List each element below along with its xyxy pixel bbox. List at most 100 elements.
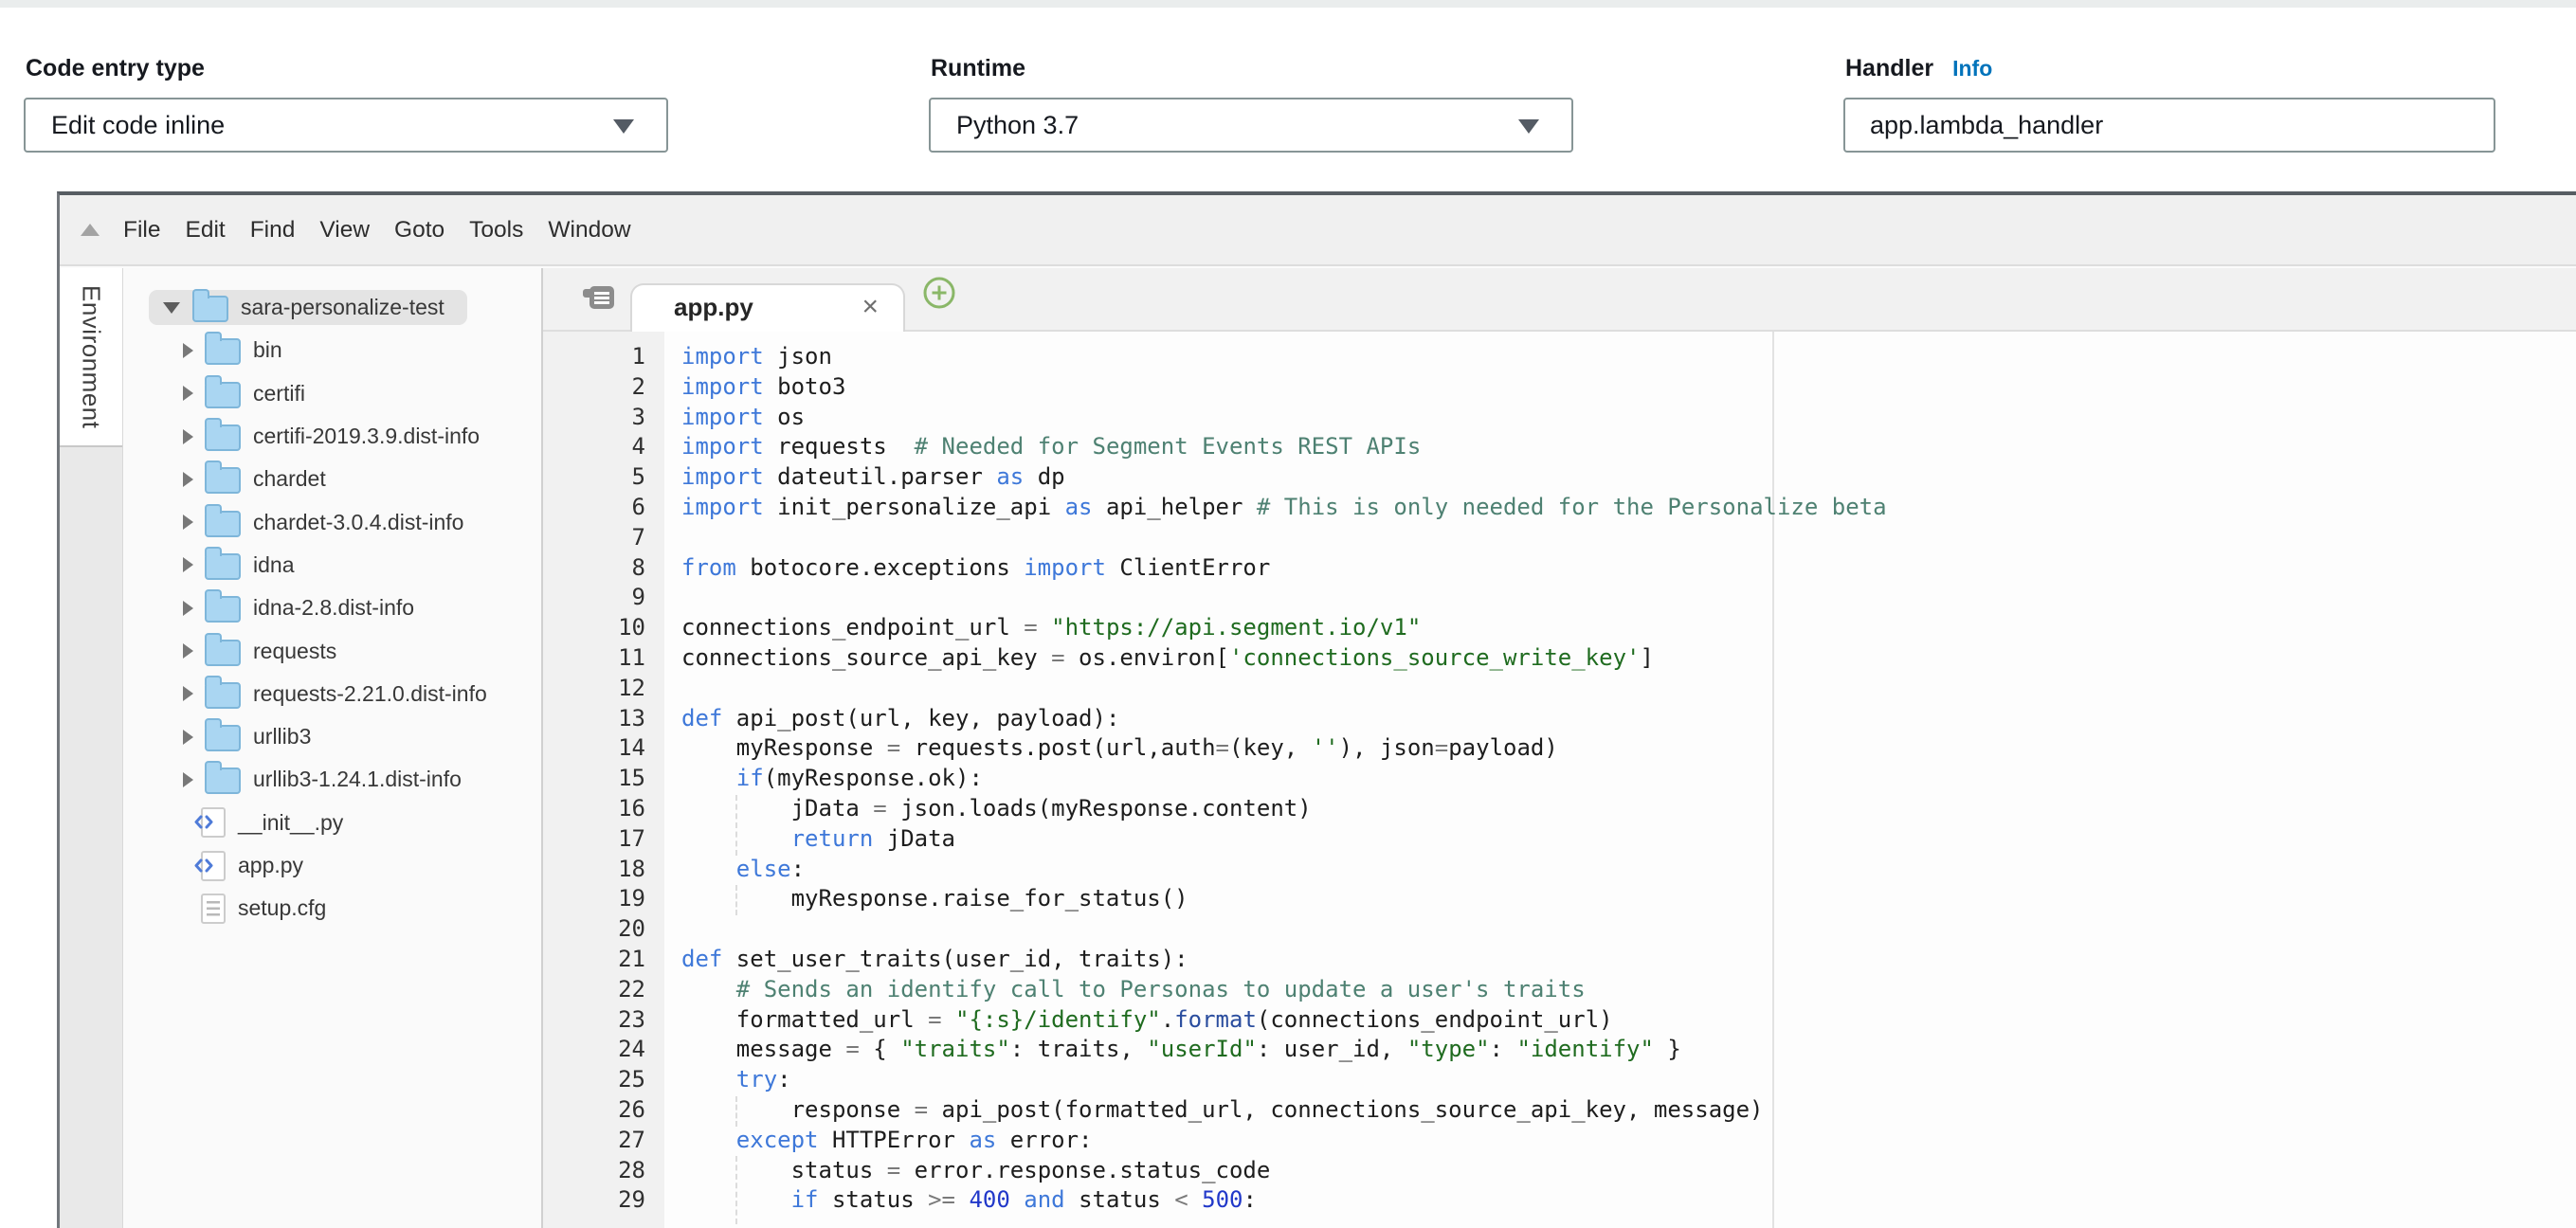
tree-item[interactable]: urllib3 (124, 715, 541, 758)
code-text[interactable] (664, 674, 681, 704)
code-line[interactable]: 12 (543, 674, 2576, 704)
menu-view[interactable]: View (307, 217, 382, 244)
code-text[interactable]: jData = json.loads(myResponse.content) (664, 794, 1312, 824)
code-text[interactable]: import os (664, 403, 805, 433)
code-text[interactable]: import init_personalize_api as api_helpe… (664, 493, 1887, 523)
code-line[interactable]: 29 if status >= 400 and status < 500: (543, 1185, 2576, 1216)
code-entry-type-select[interactable]: Edit code inline (24, 98, 668, 153)
collapse-arrow-icon[interactable] (183, 730, 193, 745)
code-text[interactable]: from botocore.exceptions import ClientEr… (664, 553, 1270, 584)
tree-item[interactable]: requests (124, 629, 541, 672)
menu-edit[interactable]: Edit (172, 217, 237, 244)
collapse-panel-icon[interactable] (81, 224, 100, 236)
handler-info-link[interactable]: Info (1952, 56, 1992, 81)
code-line[interactable]: 7 (543, 523, 2576, 553)
code-text[interactable]: except HTTPError as error: (664, 1126, 1093, 1156)
code-text[interactable] (664, 914, 681, 945)
tree-item[interactable]: urllib3-1.24.1.dist-info (124, 758, 541, 801)
code-text[interactable]: import boto3 (664, 372, 845, 403)
code-text[interactable]: import json (664, 342, 832, 372)
tree-item[interactable]: __init__.py (124, 802, 541, 844)
code-text[interactable]: else: (664, 855, 805, 885)
menu-goto[interactable]: Goto (382, 217, 457, 244)
runtime-select[interactable]: Python 3.7 (929, 98, 1573, 153)
code-line[interactable]: 26 response = api_post(formatted_url, co… (543, 1095, 2576, 1126)
menu-tools[interactable]: Tools (457, 217, 535, 244)
code-line[interactable]: 11connections_source_api_key = os.enviro… (543, 643, 2576, 674)
code-line[interactable]: 10connections_endpoint_url = "https://ap… (543, 613, 2576, 643)
code-text[interactable]: status = error.response.status_code (664, 1156, 1270, 1186)
menu-window[interactable]: Window (535, 217, 643, 244)
tree-item[interactable]: setup.cfg (124, 887, 541, 930)
collapse-arrow-icon[interactable] (183, 686, 193, 701)
tree-item[interactable]: app.py (124, 844, 541, 887)
menu-file[interactable]: File (111, 217, 172, 244)
code-line[interactable]: 19 myResponse.raise_for_status() (543, 884, 2576, 914)
code-text[interactable]: if status >= 400 and status < 500: (664, 1185, 1257, 1216)
tree-item[interactable]: certifi-2019.3.9.dist-info (124, 415, 541, 458)
code-line[interactable]: 3import os (543, 403, 2576, 433)
code-line[interactable]: 15 if(myResponse.ok): (543, 764, 2576, 794)
tab-environment[interactable]: Environment (60, 268, 122, 447)
tree-item[interactable]: bin (124, 329, 541, 371)
code-text[interactable]: formatted_url = "{:s}/identify".format(c… (664, 1005, 1613, 1036)
code-line[interactable]: 22 # Sends an identify call to Personas … (543, 975, 2576, 1005)
code-line[interactable]: 1import json (543, 342, 2576, 372)
code-line[interactable]: 18 else: (543, 855, 2576, 885)
code-line[interactable]: 25 try: (543, 1065, 2576, 1095)
code-line[interactable]: 23 formatted_url = "{:s}/identify".forma… (543, 1005, 2576, 1036)
code-text[interactable] (664, 583, 681, 613)
code-line[interactable]: 24 message = { "traits": traits, "userId… (543, 1035, 2576, 1065)
close-tab-icon[interactable]: × (862, 285, 879, 328)
code-line[interactable]: 6import init_personalize_api as api_help… (543, 493, 2576, 523)
code-text[interactable]: import requests # Needed for Segment Eve… (664, 432, 1421, 462)
handler-input[interactable] (1843, 98, 2495, 153)
code-text[interactable]: def set_user_traits(user_id, traits): (664, 945, 1188, 975)
code-line[interactable]: 21def set_user_traits(user_id, traits): (543, 945, 2576, 975)
code-text[interactable]: message = { "traits": traits, "userId": … (664, 1035, 1681, 1065)
tree-item[interactable]: certifi (124, 372, 541, 415)
tree-item[interactable]: chardet (124, 458, 541, 500)
code-line[interactable]: 27 except HTTPError as error: (543, 1126, 2576, 1156)
collapse-arrow-icon[interactable] (183, 557, 193, 572)
collapse-arrow-icon[interactable] (183, 343, 193, 358)
code-line[interactable]: 16 jData = json.loads(myResponse.content… (543, 794, 2576, 824)
tab-list-icon[interactable] (583, 283, 615, 317)
code-line[interactable]: 5import dateutil.parser as dp (543, 462, 2576, 493)
code-line[interactable]: 8from botocore.exceptions import ClientE… (543, 553, 2576, 584)
code-text[interactable]: if(myResponse.ok): (664, 764, 983, 794)
code-line[interactable]: 4import requests # Needed for Segment Ev… (543, 432, 2576, 462)
tree-item[interactable]: requests-2.21.0.dist-info (124, 673, 541, 715)
collapse-arrow-icon[interactable] (183, 643, 193, 659)
code-editor[interactable]: 1import json2import boto33import os4impo… (543, 332, 2576, 1228)
code-text[interactable]: import dateutil.parser as dp (664, 462, 1065, 493)
code-line[interactable]: 28 status = error.response.status_code (543, 1156, 2576, 1186)
code-text[interactable]: myResponse.raise_for_status() (664, 884, 1188, 914)
tree-item-root[interactable]: sara-personalize-test (124, 286, 541, 329)
tree-item[interactable]: idna (124, 544, 541, 587)
code-text[interactable]: def api_post(url, key, payload): (664, 704, 1119, 734)
code-line[interactable]: 13def api_post(url, key, payload): (543, 704, 2576, 734)
code-text[interactable]: myResponse = requests.post(url,auth=(key… (664, 733, 1558, 764)
tree-item[interactable]: idna-2.8.dist-info (124, 587, 541, 629)
code-text[interactable]: return jData (664, 824, 955, 855)
code-line[interactable]: 14 myResponse = requests.post(url,auth=(… (543, 733, 2576, 764)
code-text[interactable]: response = api_post(formatted_url, conne… (664, 1095, 1764, 1126)
code-line[interactable]: 9 (543, 583, 2576, 613)
collapse-arrow-icon[interactable] (183, 429, 193, 444)
code-line[interactable]: 17 return jData (543, 824, 2576, 855)
code-text[interactable]: connections_endpoint_url = "https://api.… (664, 613, 1421, 643)
new-tab-plus-icon[interactable] (922, 276, 956, 315)
code-text[interactable]: # Sends an identify call to Personas to … (664, 975, 1586, 1005)
tab-app-py[interactable]: app.py × (630, 283, 905, 332)
menu-find[interactable]: Find (238, 217, 308, 244)
tree-item[interactable]: chardet-3.0.4.dist-info (124, 500, 541, 543)
code-line[interactable]: 2import boto3 (543, 372, 2576, 403)
code-line[interactable]: 20 (543, 914, 2576, 945)
collapse-arrow-icon[interactable] (183, 772, 193, 787)
code-text[interactable]: try: (664, 1065, 791, 1095)
expand-arrow-icon[interactable] (163, 302, 180, 314)
collapse-arrow-icon[interactable] (183, 515, 193, 530)
code-text[interactable] (664, 523, 681, 553)
code-text[interactable]: connections_source_api_key = os.environ[… (664, 643, 1654, 674)
